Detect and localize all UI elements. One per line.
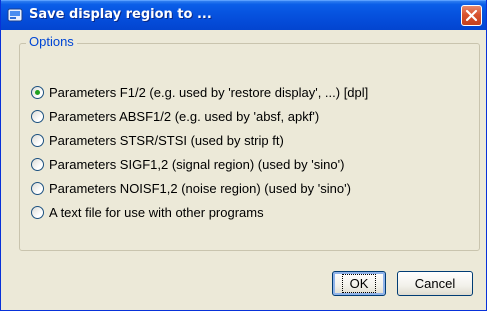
save-dialog-window: Save display region to ... Options Param…: [0, 0, 487, 311]
radio-button[interactable]: [31, 181, 44, 195]
option-sigf[interactable]: Parameters SIGF1,2 (signal region) (used…: [31, 154, 344, 174]
cancel-button-label: Cancel: [414, 276, 456, 291]
close-button[interactable]: [461, 5, 482, 26]
radio-button[interactable]: [31, 133, 44, 147]
close-icon: [465, 9, 478, 22]
dialog-title: Save display region to ...: [29, 7, 212, 22]
app-window-icon: [7, 7, 23, 23]
option-noisf[interactable]: Parameters NOISF1,2 (noise region) (used…: [31, 178, 351, 198]
option-absf[interactable]: Parameters ABSF1/2 (e.g. used by 'absf, …: [31, 106, 319, 126]
title-bar[interactable]: Save display region to ...: [1, 0, 486, 30]
ok-button-label: OK: [341, 274, 377, 293]
radio-button[interactable]: [31, 157, 44, 171]
option-label: Parameters F1/2 (e.g. used by 'restore d…: [49, 84, 369, 100]
option-text-file[interactable]: A text file for use with other programs: [31, 202, 264, 222]
option-label: Parameters ABSF1/2 (e.g. used by 'absf, …: [49, 108, 320, 124]
radio-button[interactable]: [31, 205, 44, 219]
radio-button-checked[interactable]: [31, 85, 44, 99]
option-label: Parameters NOISF1,2 (noise region) (used…: [49, 180, 351, 196]
ok-button[interactable]: OK: [332, 271, 386, 296]
cancel-button[interactable]: Cancel: [397, 271, 473, 296]
option-stsr[interactable]: Parameters STSR/STSI (used by strip ft): [31, 130, 284, 150]
option-dpl[interactable]: Parameters F1/2 (e.g. used by 'restore d…: [31, 82, 368, 102]
radio-button[interactable]: [31, 109, 44, 123]
option-label: Parameters SIGF1,2 (signal region) (used…: [49, 156, 345, 172]
option-label: A text file for use with other programs: [49, 204, 264, 220]
option-label: Parameters STSR/STSI (used by strip ft): [49, 132, 284, 148]
options-legend: Options: [26, 34, 77, 50]
